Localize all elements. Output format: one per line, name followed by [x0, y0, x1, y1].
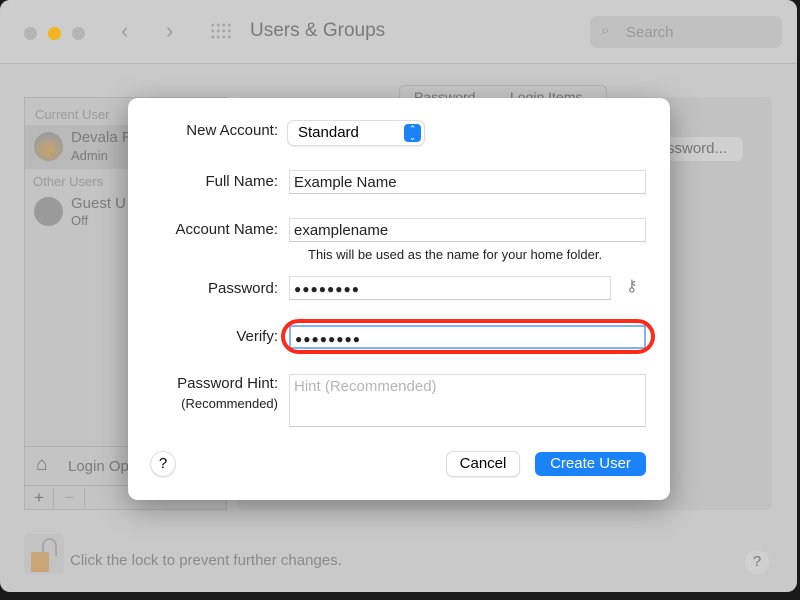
login-options-label: Login Op [68, 458, 129, 475]
highlight-annotation [281, 319, 655, 354]
verify-label: Verify: [236, 328, 278, 345]
account-type-value: Standard [298, 124, 359, 141]
remove-user-button[interactable]: − [55, 488, 85, 508]
new-account-label: New Account: [186, 122, 278, 139]
minimize-button[interactable] [48, 27, 61, 40]
search-placeholder: Search [626, 24, 674, 41]
password-label: Password: [207, 280, 278, 297]
zoom-button[interactable] [72, 27, 85, 40]
other-users-header: Other Users [33, 174, 104, 189]
new-account-dialog: New Account: Standard ⌃ ⌄ Full Name: Exam… [128, 98, 670, 500]
back-icon[interactable]: ‹ [121, 18, 128, 44]
guest-name: Guest U [71, 195, 127, 212]
current-user-header: Current User [35, 107, 110, 122]
house-icon: ⌂ [36, 454, 48, 475]
window-title: Users & Groups [250, 20, 386, 41]
cancel-button[interactable]: Cancel [447, 452, 519, 476]
full-name-input[interactable]: Example Name [289, 170, 646, 194]
key-icon[interactable]: ⚷ [626, 276, 638, 296]
account-name-note: This will be used as the name for your h… [308, 247, 603, 262]
toolbar: ‹ › Users & Groups ⌕ Search [0, 0, 797, 64]
dialog-help-button[interactable]: ? [151, 452, 175, 476]
lock-button[interactable] [24, 534, 64, 574]
account-type-select[interactable]: Standard ⌃ ⌄ [288, 121, 424, 145]
user-name: Devala R [71, 129, 133, 146]
search-input[interactable]: ⌕ Search [590, 16, 782, 48]
hint-label: Password Hint: [177, 375, 278, 392]
hint-input[interactable]: Hint (Recommended) [289, 374, 646, 427]
account-name-input[interactable]: examplename [289, 218, 646, 242]
lock-text: Click the lock to prevent further change… [70, 552, 342, 569]
chevron-updown-icon: ⌃ ⌄ [404, 124, 421, 142]
avatar [34, 132, 63, 161]
password-input[interactable]: ●●●●●●●● [289, 276, 611, 300]
guest-avatar-icon [34, 197, 63, 226]
lock-shackle [42, 538, 57, 556]
add-user-button[interactable]: + [25, 488, 54, 508]
search-icon: ⌕ [601, 22, 610, 39]
hint-sublabel: (Recommended) [181, 396, 278, 411]
guest-status: Off [71, 213, 89, 228]
create-user-button[interactable]: Create User [535, 452, 646, 476]
help-button[interactable]: ? [745, 550, 769, 574]
user-role: Admin [71, 148, 108, 163]
forward-icon[interactable]: › [166, 18, 173, 44]
close-button[interactable] [24, 27, 37, 40]
account-name-label: Account Name: [175, 221, 278, 238]
full-name-label: Full Name: [205, 173, 278, 190]
grid-icon[interactable] [210, 22, 232, 40]
